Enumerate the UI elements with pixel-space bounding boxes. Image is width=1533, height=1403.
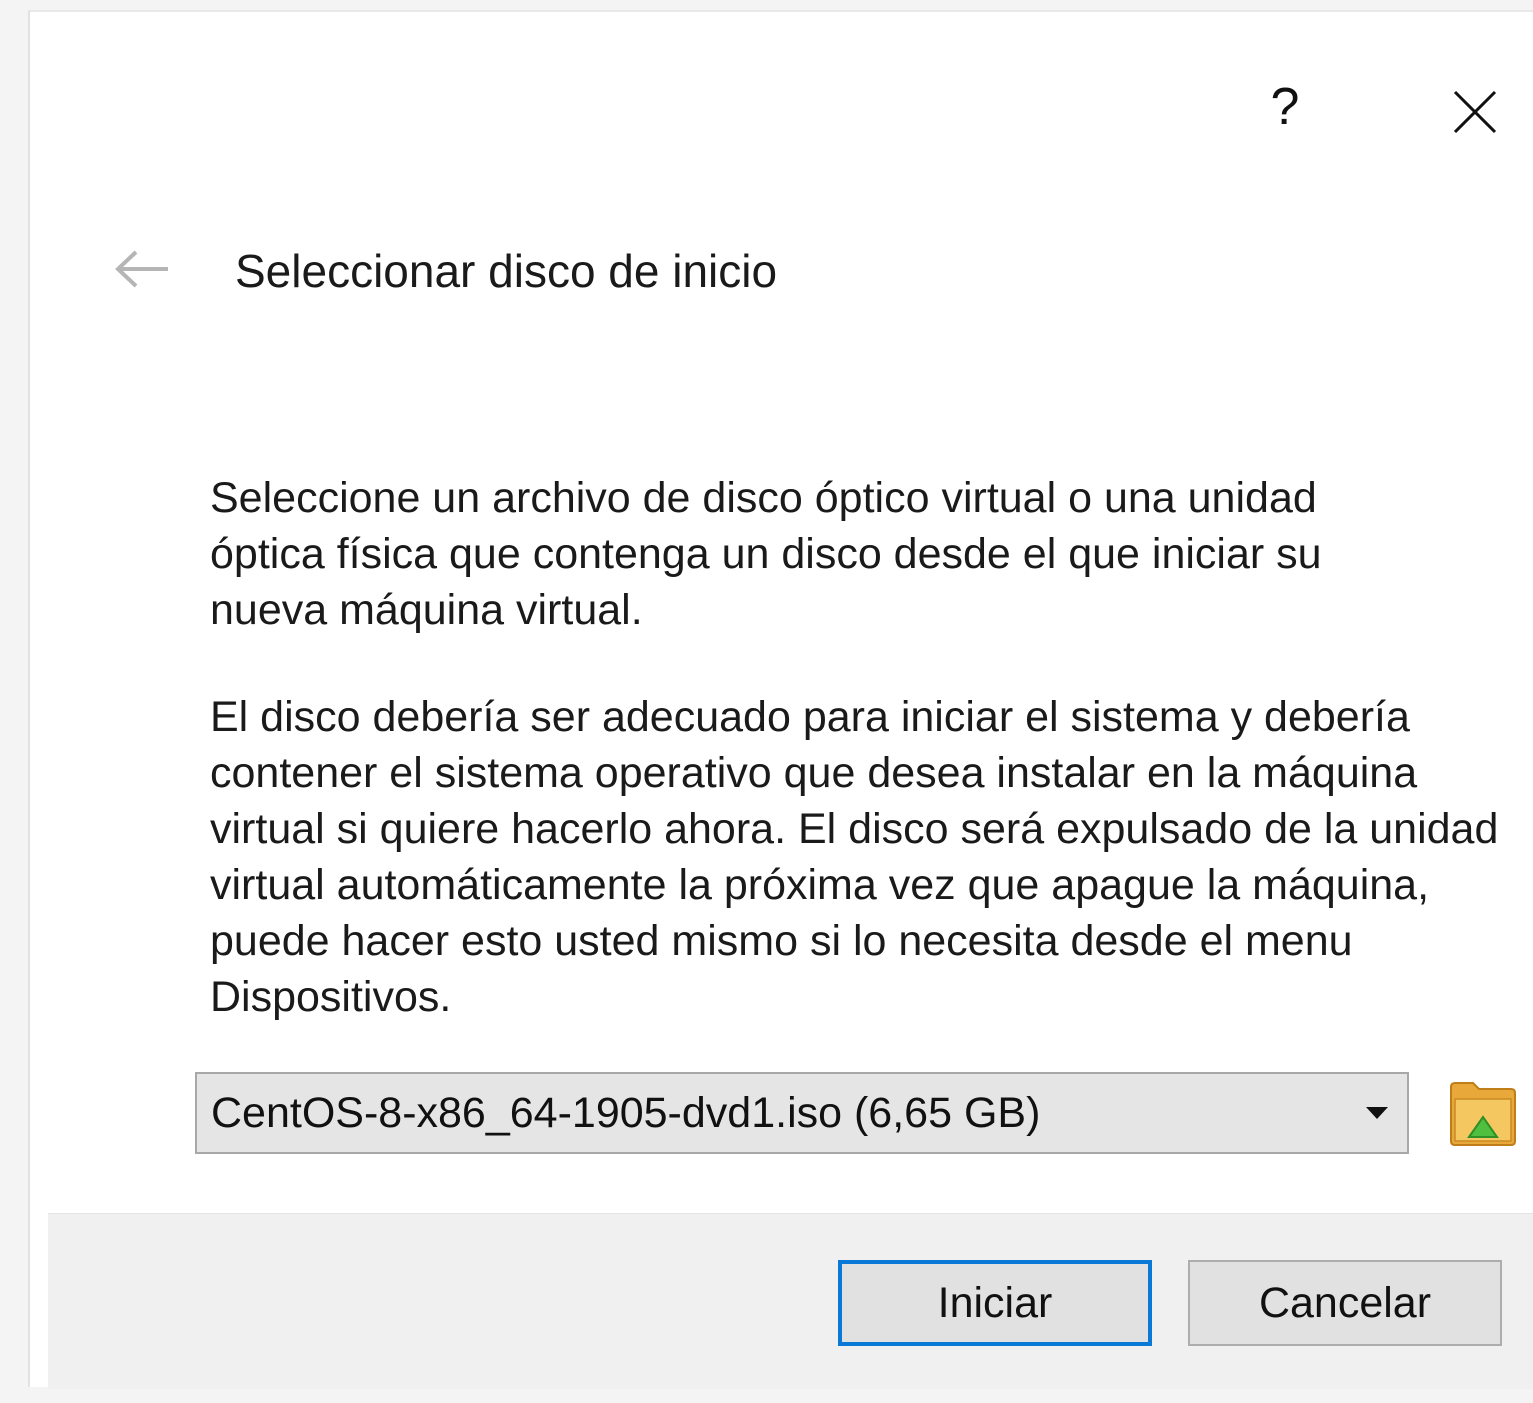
page-title: Seleccionar disco de inicio [235, 245, 778, 297]
back-button[interactable] [102, 234, 182, 304]
folder-open-icon [1450, 1082, 1516, 1146]
help-button[interactable]: ? [1240, 67, 1330, 147]
wizard-dialog: ? Seleccionar disco de inicio Seleccione… [28, 10, 1533, 1387]
description-paragraph-2: El disco debería ser adecuado para inici… [210, 693, 1499, 1021]
dialog-footer: Iniciar Cancelar [48, 1213, 1533, 1389]
chevron-down-icon [1347, 1074, 1407, 1152]
close-button[interactable] [1435, 72, 1515, 152]
disk-select-dropdown[interactable]: CentOS-8-x86_64-1905-dvd1.iso (6,65 GB) [195, 1072, 1409, 1154]
description-paragraph-1: Seleccione un archivo de disco óptico vi… [210, 474, 1322, 634]
browse-disk-button[interactable] [1442, 1074, 1524, 1154]
start-button[interactable]: Iniciar [838, 1260, 1152, 1346]
window: ? Seleccionar disco de inicio Seleccione… [0, 0, 1533, 1403]
close-icon [1453, 90, 1497, 134]
disk-select-value: CentOS-8-x86_64-1905-dvd1.iso (6,65 GB) [211, 1088, 1041, 1137]
help-label: ? [1270, 78, 1300, 136]
cancel-button[interactable]: Cancelar [1188, 1260, 1502, 1346]
back-arrow-icon [115, 250, 168, 288]
